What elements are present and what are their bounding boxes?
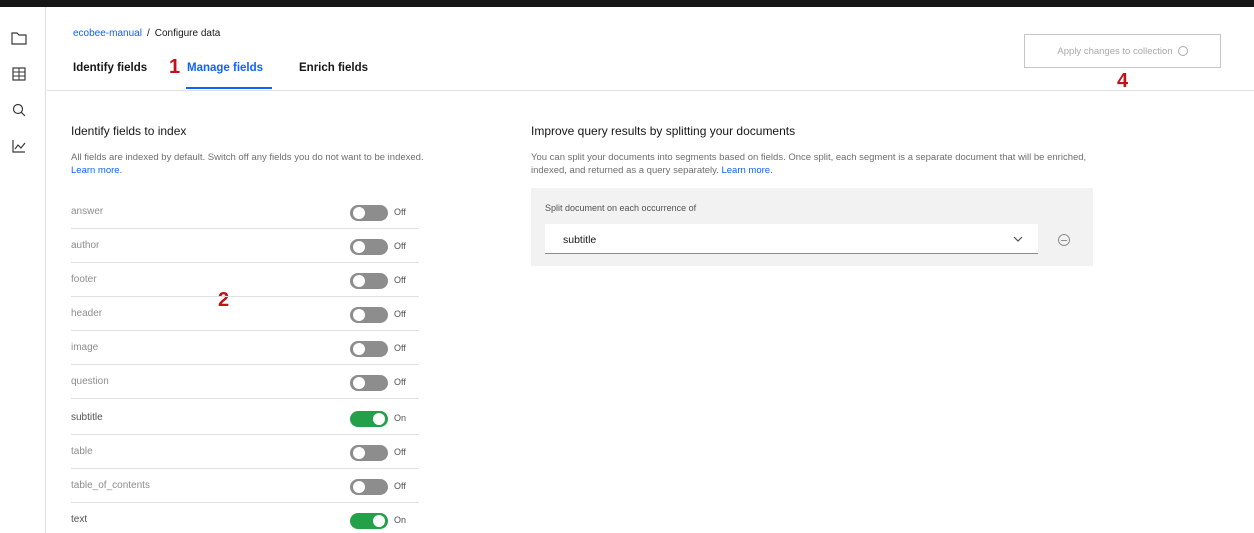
field-name: question (71, 376, 109, 387)
index-learn-more-link[interactable]: Learn more. (71, 165, 122, 176)
index-section-title: Identify fields to index (71, 124, 187, 138)
index-section-description: All fields are indexed by default. Switc… (71, 151, 426, 177)
folder-icon[interactable] (10, 29, 28, 47)
field-name: table_of_contents (71, 480, 150, 491)
toggle-state-label: Off (394, 343, 406, 353)
split-select-label: Split document on each occurrence of (545, 203, 697, 213)
split-document-panel: Split document on each occurrence of sub… (531, 188, 1093, 266)
tab-identify-fields[interactable]: Identify fields (73, 62, 147, 74)
field-name: footer (71, 274, 97, 285)
field-row-text: text On (71, 503, 419, 533)
index-toggle[interactable] (350, 205, 388, 221)
toggle-state-label: Off (394, 377, 406, 387)
apply-changes-button[interactable]: Apply changes to collection (1024, 34, 1221, 68)
field-row-author: author Off (71, 229, 419, 263)
field-row-question: question Off (71, 365, 419, 399)
annotation-marker-4: 4 (1117, 70, 1129, 92)
field-name: table (71, 446, 93, 457)
toggle-state-label: On (394, 515, 407, 525)
toggle-knob (353, 241, 365, 253)
field-row-table-of-contents: table_of_contents Off (71, 469, 419, 503)
annotation-marker-1: 1 (169, 56, 181, 78)
field-name: author (71, 240, 100, 251)
top-bar (0, 0, 1254, 7)
index-toggle[interactable] (350, 445, 388, 461)
field-row-table: table Off (71, 435, 419, 469)
tab-enrich-fields[interactable]: Enrich fields (299, 62, 368, 74)
index-toggle[interactable] (350, 375, 388, 391)
toggle-knob (353, 309, 365, 321)
toggle-state-label: Off (394, 207, 406, 217)
apply-changes-label: Apply changes to collection (1057, 45, 1173, 57)
field-name: text (71, 514, 88, 525)
toggle-state-label: Off (394, 481, 406, 491)
toggle-knob (373, 413, 385, 425)
field-name: subtitle (71, 412, 103, 423)
breadcrumb-separator: / (146, 28, 150, 39)
chart-line-icon[interactable] (10, 137, 28, 155)
field-row-subtitle: subtitle On (71, 401, 419, 435)
index-toggle[interactable] (350, 239, 388, 255)
toggle-knob (353, 481, 365, 493)
split-section-description: You can split your documents into segmen… (531, 151, 1091, 177)
info-icon (1177, 46, 1188, 56)
tab-manage-fields[interactable]: Manage fields (187, 62, 263, 74)
split-learn-more-link[interactable]: Learn more. (721, 165, 772, 176)
field-row-header: header Off (71, 297, 419, 331)
search-icon[interactable] (10, 101, 28, 119)
chevron-down-icon (1013, 236, 1023, 242)
split-section-title: Improve query results by splitting your … (531, 124, 796, 138)
toggle-knob (353, 343, 365, 355)
field-row-footer: footer Off (71, 263, 419, 297)
toggle-knob (353, 207, 365, 219)
toggle-knob (353, 447, 365, 459)
toggle-knob (353, 275, 365, 287)
page-header: ecobee-manual / Configure data Identify fi… (47, 7, 1254, 91)
toggle-knob (353, 377, 365, 389)
toggle-knob (373, 515, 385, 527)
data-table-icon[interactable] (10, 65, 28, 83)
breadcrumb-project-link[interactable]: ecobee-manual (73, 28, 142, 39)
field-name: answer (71, 206, 104, 217)
split-field-dropdown[interactable]: subtitle (545, 224, 1038, 254)
split-selected-value: subtitle (563, 234, 597, 246)
left-nav (0, 7, 46, 533)
index-toggle[interactable] (350, 411, 388, 427)
field-name: image (71, 342, 99, 353)
breadcrumb: ecobee-manual / Configure data (73, 28, 220, 39)
index-description-text: All fields are indexed by default. Switc… (71, 152, 424, 163)
toggle-state-label: Off (394, 447, 406, 457)
field-row-image: image Off (71, 331, 419, 365)
index-toggle[interactable] (350, 307, 388, 323)
index-toggle[interactable] (350, 513, 388, 529)
active-tab-indicator (186, 87, 272, 89)
remove-split-icon[interactable] (1058, 234, 1070, 246)
split-description-text: You can split your documents into segmen… (531, 152, 1087, 176)
toggle-state-label: On (394, 413, 407, 423)
toggle-state-label: Off (394, 309, 406, 319)
field-row-answer: answer Off (71, 195, 419, 229)
toggle-state-label: Off (394, 241, 406, 251)
index-toggle[interactable] (350, 341, 388, 357)
toggle-state-label: Off (394, 275, 406, 285)
index-toggle[interactable] (350, 479, 388, 495)
index-toggle[interactable] (350, 273, 388, 289)
breadcrumb-current: Configure data (154, 28, 221, 39)
field-name: header (71, 308, 103, 319)
